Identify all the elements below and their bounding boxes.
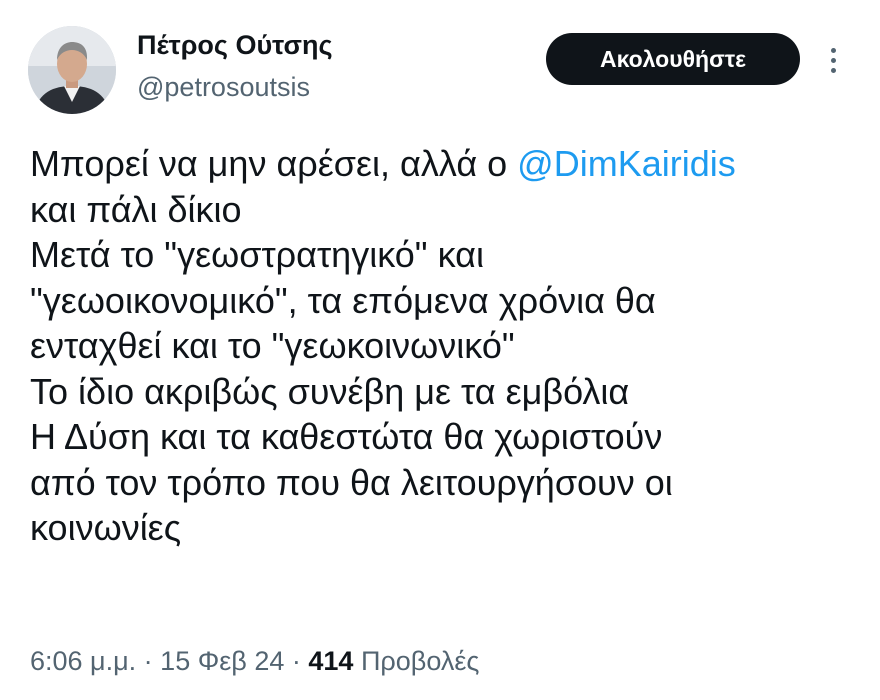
tweet-line: Μπορεί να μην αρέσει, αλλά ο @DimKairidi… [30,141,860,187]
tweet-line: "γεωοικονομικό", τα επόμενα χρόνια θα [30,279,656,321]
tweet-date[interactable]: 15 Φεβ 24 [160,646,284,676]
tweet-line: από τον τρόπο που θα λειτουργήσουν οι [30,461,673,503]
mention-link[interactable]: @DimKairidis [517,143,736,184]
tweet-line: Η Δύση και τα καθεστώτα θα χωριστούν [30,416,663,457]
more-dot [830,67,836,73]
author-handle[interactable]: @petrosoutsis [137,72,310,103]
more-vertical-icon[interactable] [818,40,848,80]
tweet-line: και πάλι δίκιο [30,188,242,230]
avatar[interactable] [28,26,116,114]
profile-photo-icon [28,26,116,114]
tweet-text: Μπορεί να μην αρέσει, αλλά ο @DimKairidi… [30,141,860,551]
more-dot [830,57,836,63]
tweet-card: Πέτρος Ούτσης @petrosoutsis Ακολουθήστε … [0,0,880,700]
author-name[interactable]: Πέτρος Ούτσης [137,30,333,61]
views-label[interactable]: Προβολές [361,646,479,676]
views-count[interactable]: 414 [308,646,353,676]
tweet-line: Το ίδιο ακριβώς συνέβη με τα εμβόλια [30,370,630,412]
follow-button[interactable]: Ακολουθήστε [546,33,800,85]
more-dot [830,47,836,53]
tweet-line: κοινωνίες [30,507,182,548]
tweet-line: ενταχθεί και το "γεωκοινωνικό" [30,325,515,366]
meta-separator: · [284,646,309,676]
tweet-line: Μετά το "γεωστρατηγικό" και [30,234,484,275]
meta-separator: · [136,646,161,676]
tweet-line-prefix: Μπορεί να μην αρέσει, αλλά ο [30,143,518,184]
tweet-time[interactable]: 6:06 μ.μ. [30,646,136,676]
tweet-meta: 6:06 μ.μ. · 15 Φεβ 24 · 414 Προβολές [30,646,479,677]
